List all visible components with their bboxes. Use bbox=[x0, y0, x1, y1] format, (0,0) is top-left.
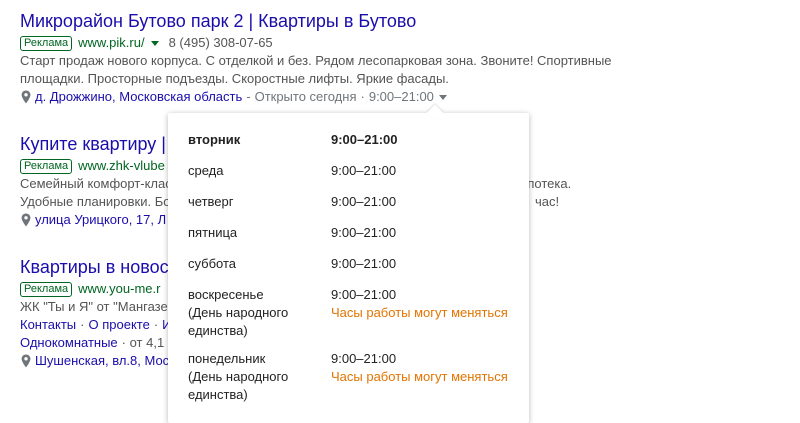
hours-time: 9:00–21:00 bbox=[331, 256, 397, 271]
sitelink-contacts[interactable]: Контакты bbox=[20, 317, 76, 332]
hours-time: 9:00–21:00 bbox=[331, 194, 397, 209]
ad-title-link[interactable]: Микрорайон Бутово парк 2 | Квартиры в Бу… bbox=[20, 10, 620, 32]
ad-display-url[interactable]: www.zhk-vlube bbox=[78, 157, 165, 175]
hours-time: 9:00–21:00 bbox=[331, 163, 397, 178]
ad-location-link[interactable]: д. Дрожжино, Московская область bbox=[35, 88, 242, 106]
hours-day-note: (День народного единства) bbox=[188, 305, 289, 338]
hours-day-note: (День народного единства) bbox=[188, 369, 289, 402]
ad-desc-line-1: Семейный комфорт-клас bbox=[20, 176, 172, 191]
hours-time-block: 9:00–21:00 Часы работы могут меняться bbox=[331, 286, 508, 322]
hours-status[interactable]: Открыто сегодня bbox=[255, 88, 357, 106]
hours-time: 9:00–21:00 bbox=[331, 287, 397, 302]
ad-display-url[interactable]: www.you-me.r bbox=[78, 280, 160, 298]
chevron-down-icon[interactable] bbox=[438, 94, 447, 100]
hours-time: 9:00–21:00 bbox=[331, 351, 397, 366]
ad-url-row: Реклама www.pik.ru/ 8 (495) 308-07-65 bbox=[20, 34, 620, 52]
ad-desc-line-2: Удобные планировки. Бо bbox=[20, 194, 171, 209]
location-pin-icon bbox=[21, 213, 31, 227]
hours-day: среда bbox=[188, 163, 224, 178]
hours-change-warning: Часы работы могут меняться bbox=[331, 369, 508, 384]
ad-description: Старт продаж нового корпуса. С отделкой … bbox=[20, 53, 612, 86]
sitelink-separator: · bbox=[80, 317, 85, 332]
ad-location-row: д. Дрожжино, Московская область - Открыт… bbox=[20, 88, 620, 106]
hours-time: 9:00–21:00 bbox=[331, 132, 398, 147]
ad-display-url[interactable]: www.pik.ru/ bbox=[78, 34, 144, 52]
separator-dot: · bbox=[360, 89, 365, 104]
ad-phone[interactable]: 8 (495) 308-07-65 bbox=[169, 34, 273, 52]
sitelink-separator: · bbox=[153, 317, 159, 332]
hours-day: четверг bbox=[188, 194, 234, 209]
offer-price: · от 4,1 bbox=[121, 335, 165, 350]
location-pin-icon bbox=[21, 354, 31, 368]
opening-hours-popup: вторник 9:00–21:00 среда 9:00–21:00 четв… bbox=[168, 104, 529, 423]
ad-badge: Реклама bbox=[20, 35, 73, 51]
hours-change-warning: Часы работы могут меняться bbox=[331, 305, 508, 320]
ad-badge: Реклама bbox=[20, 158, 73, 174]
offer-one-room-link[interactable]: Однокомнатные bbox=[20, 334, 118, 352]
hours-today[interactable]: 9:00–21:00 bbox=[369, 88, 434, 106]
ad-location-link[interactable]: улица Урицкого, 17, Л bbox=[35, 211, 166, 229]
separator-dash: - bbox=[246, 89, 251, 104]
hours-day-name: понедельник bbox=[188, 351, 266, 366]
chevron-down-icon[interactable] bbox=[150, 40, 159, 46]
hours-day: суббота bbox=[188, 256, 237, 271]
hours-day: понедельник (День народного единства) bbox=[188, 350, 318, 404]
hours-time: 9:00–21:00 bbox=[331, 225, 397, 240]
hours-day: воскресенье (День народного единства) bbox=[188, 286, 318, 340]
ad-desc-line-2-end: час! bbox=[535, 194, 560, 209]
hours-row-monday: понедельник (День народного единства) 9:… bbox=[188, 350, 518, 404]
ad-result-1: Микрорайон Бутово парк 2 | Квартиры в Бу… bbox=[20, 10, 620, 106]
location-pin-icon bbox=[21, 90, 31, 104]
hours-row-sunday: воскресенье (День народного единства) 9:… bbox=[188, 286, 518, 340]
ad-location-link[interactable]: Шушенская, вл.8, Мос bbox=[35, 352, 169, 370]
ad-badge: Реклама bbox=[20, 281, 73, 297]
hours-time-block: 9:00–21:00 Часы работы могут меняться bbox=[331, 350, 508, 386]
hours-day: вторник bbox=[188, 132, 241, 147]
sitelink-about[interactable]: О проекте bbox=[89, 317, 150, 332]
hours-day: пятница bbox=[188, 225, 238, 240]
hours-day-name: воскресенье bbox=[188, 287, 264, 302]
popup-notch bbox=[426, 104, 444, 122]
